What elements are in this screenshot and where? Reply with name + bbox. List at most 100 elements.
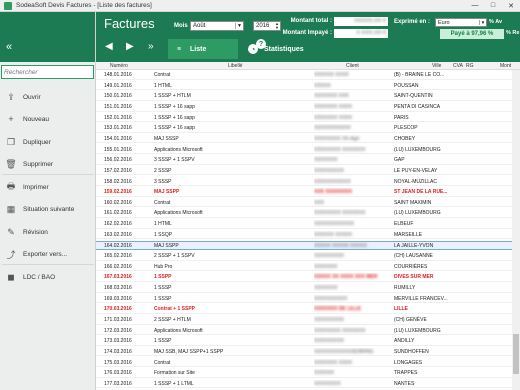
table-row[interactable]: 174.03.2016 MAJ SSB, MAJ SSPP+1 SSPP XXXXX… [96, 348, 512, 357]
sidebar-item-label: Imprimer [23, 183, 49, 191]
sidebar-item-exporter-vers[interactable]: ⤴ Exporter vers... [0, 245, 96, 263]
spin-arrows-icon[interactable]: ▲ ▼ [274, 22, 280, 30]
sidebar-item-nouveau[interactable]: + Nouveau [0, 110, 96, 128]
window-title: SodeaSoft Devis Factures - [Liste des fa… [16, 2, 152, 9]
client-name: XXXXXX [314, 370, 335, 377]
column-header-cva[interactable]: CVA [453, 63, 463, 69]
expand-double-arrow-icon[interactable]: » [148, 42, 154, 52]
client-name: XXXXXXXXXXX [314, 125, 351, 132]
sidebar-item-dupliquer[interactable]: ❐ Dupliquer [0, 133, 96, 151]
cell-client: XXXXXXXXXX [314, 295, 394, 303]
column-header-montant[interactable]: Mont [500, 63, 511, 69]
scrollbar-thumb[interactable] [513, 334, 519, 374]
cell-client: XXXXXXXXX [314, 167, 394, 175]
table-row[interactable]: 152.01.2016 1 SSSP + 16 sapp XXXXXXX XXXX P… [96, 114, 512, 123]
table-row[interactable]: 156.02.2016 3 SSSP + 1 SSPV XXXXXXX GAP [96, 156, 512, 165]
client-name: XXX XXXXXXXX [314, 189, 353, 196]
close-button[interactable]: ✕ [502, 0, 520, 12]
table-row[interactable]: 153.01.2016 1 SSSP + 16 sapp XXXXXXXXXXX PL… [96, 124, 512, 133]
cell-numero: 169.03.2016 [104, 295, 132, 302]
column-header-numero[interactable]: Numéro [110, 63, 128, 69]
sidebar-item-r-vision[interactable]: ✎ Révision [0, 223, 96, 241]
previous-arrow-icon[interactable]: ◀ [105, 42, 113, 52]
table-row[interactable]: 164.02.2016 MAJ SSPP XXXXX XXXXX XXXXX LA J… [96, 241, 512, 250]
sidebar-item-supprimer[interactable]: 🗑 Supprimer [0, 155, 96, 173]
table-row[interactable]: 160.02.2016 Contrat XXX SAINT MAXIMIN [96, 199, 512, 208]
table-row[interactable]: 163.02.2016 1 SSQP XXXXXX XXXXX MARSEILLE [96, 231, 512, 240]
table-row[interactable]: 176.03.2016 Formation sur Site XXXXXX TRAPP… [96, 369, 512, 378]
client-name: XXXXXXXXXX [314, 295, 348, 302]
table-row[interactable]: 155.01.2016 Applications Microsoft XXXXXXX… [96, 146, 512, 155]
cell-numero: 160.02.2016 [104, 199, 132, 206]
table-row[interactable]: 150.01.2016 1 SSSP + HTLM XXXXXXX XXX SAINT… [96, 92, 512, 101]
table-row[interactable]: 172.03.2016 Applications Microsoft XXXXXXX… [96, 327, 512, 336]
cell-ville: (B) - BRAINE LE CO... [394, 72, 445, 78]
vertical-scrollbar[interactable] [512, 70, 520, 390]
collapse-sidebar-icon[interactable]: « [6, 42, 12, 53]
table-row[interactable]: 171.03.2016 2 SSSP + HTLM XXXXXXXXX (CH) GE… [96, 316, 512, 325]
cell-ville: RUMILLY [394, 285, 416, 291]
cell-ville: DIVES SUR MER [394, 274, 434, 281]
table-row[interactable]: 158.02.2016 3 SSSP XXXXXXXXXXX NOYAL-MUZILL… [96, 178, 512, 187]
client-name: XXXXXXX [314, 263, 338, 270]
cell-numero: 170.03.2016 [104, 306, 132, 313]
table-row[interactable]: 169.03.2016 1 SSSP XXXXXXXXXX MERVILLE FRAN… [96, 295, 512, 304]
table-row[interactable]: 167.03.2016 1 SSPP XXXXX XX XXXX XXX MER DI… [96, 273, 512, 282]
cell-client: XXXXXXXXX [314, 252, 394, 260]
maximize-button[interactable]: □ [484, 0, 502, 12]
chevron-down-icon: ▼ [479, 20, 486, 25]
cell-client: XXXXXX XXXXX [314, 231, 394, 239]
table-row[interactable]: 175.03.2016 Contrat XXXXXXX XXXX LONGAGES [96, 359, 512, 368]
year-spinner[interactable]: 2016 ▲ ▼ [253, 21, 281, 31]
app-icon [4, 1, 12, 10]
table-row[interactable]: 177.03.2016 1 SSSP + 1 LTML XXXXXXXX NANTES [96, 380, 512, 389]
sidebar-item-ldc-bao[interactable]: ◼ LDC / BAO [0, 268, 96, 286]
cell-libelle: MAJ SSB, MAJ SSPP+1 SSPP [154, 348, 224, 355]
cell-ville: (CH) GENÈVE [394, 316, 427, 323]
cell-client: XXXXX [314, 82, 394, 90]
column-header-ville[interactable]: Ville [432, 63, 441, 69]
sidebar-item-label: Dupliquer [23, 138, 51, 146]
table-row[interactable]: 161.02.2016 Applications Microsoft XXXXXXX… [96, 209, 512, 219]
tab-liste[interactable]: ≡ Liste [168, 39, 238, 59]
table-row[interactable]: 168.03.2016 1 SSSP XXXXXXX RUMILLY [96, 284, 512, 293]
column-header-libelle[interactable]: Libellé [228, 63, 242, 69]
client-name: XXXXXXXXXXX [314, 178, 351, 185]
cell-numero: 173.03.2016 [104, 338, 132, 345]
cell-client: XXXXXXXX [314, 380, 394, 388]
cell-ville: POUSSAN [394, 82, 419, 89]
sidebar-item-imprimer[interactable]: 🖶 Imprimer [0, 178, 96, 196]
table-row[interactable]: 157.02.2016 2 SSSP XXXXXXXXX LE PUY-EN-VELA… [96, 167, 512, 176]
export-icon: ⤴ [6, 249, 16, 260]
tab-statistiques[interactable]: ◔ Statistiques [244, 39, 324, 59]
table-row[interactable]: 149.01.2016 1 HTML XXXXX POUSSAN [96, 82, 512, 91]
table-row[interactable]: 170.03.2016 Contrat + 1 SSPP XXXXXXX DE LI… [96, 305, 512, 314]
column-header-rg[interactable]: RG [466, 63, 474, 69]
minimize-button[interactable]: — [466, 0, 484, 12]
table-row[interactable]: 148.01.2016 Contrat XXXXXX XXXX (B) - BRAIN… [96, 71, 512, 80]
sidebar-item-situation-suivante[interactable]: ▦ Situation suivante [0, 200, 96, 218]
table-row[interactable]: 173.03.2016 1 SSSP XXXXXXXXX ANDILLY [96, 337, 512, 346]
cell-libelle: Applications Microsoft [154, 327, 203, 334]
cell-numero: 163.02.2016 [104, 231, 132, 238]
client-name: XXXXX XX XXXX XXX MER [314, 274, 378, 281]
client-name: XXXXXXXX [314, 380, 341, 387]
cell-ville: PARIS [394, 114, 409, 121]
table-row[interactable]: 151.01.2016 1 SSSP + 16 sapp XXXXXXX XXXX P… [96, 103, 512, 112]
table-row[interactable]: 154.01.2016 MAJ SSSP XXXXXXXX XX-Agri CHOBE… [96, 135, 512, 144]
month-select[interactable]: Août ▼ [190, 21, 244, 31]
header-bar: Factures Mois : Août ▼ 2016 ▲ ▼ ? Montant… [96, 12, 520, 62]
search-input[interactable] [1, 65, 94, 79]
table-row[interactable]: 165.02.2016 2 SSSP + 1 SSPV XXXXXXXXX (CH) … [96, 252, 512, 261]
currency-select[interactable]: Euro ▼ [435, 18, 487, 27]
sidebar-item-ouvrir[interactable]: ⇪ Ouvrir [0, 88, 96, 106]
table-row[interactable]: 159.02.2016 MAJ SSPP XXX XXXXXXXX ST JEAN D… [96, 188, 512, 197]
next-arrow-icon[interactable]: ▶ [126, 42, 134, 52]
column-header-client[interactable]: Client [346, 63, 359, 69]
cell-libelle: Contrat [154, 199, 171, 206]
table-row[interactable]: 162.02.2016 1 HTML XXXXXXXXXXXX ELBEUF [96, 220, 512, 229]
montant-impaye-value: X XXX,XX € [356, 30, 386, 36]
cell-numero: 165.02.2016 [104, 253, 132, 260]
cell-client: XXX XXXXXXXX [314, 188, 394, 196]
table-row[interactable]: 166.02.2016 Hub Pro XXXXXXX COURRIÈRES [96, 263, 512, 272]
